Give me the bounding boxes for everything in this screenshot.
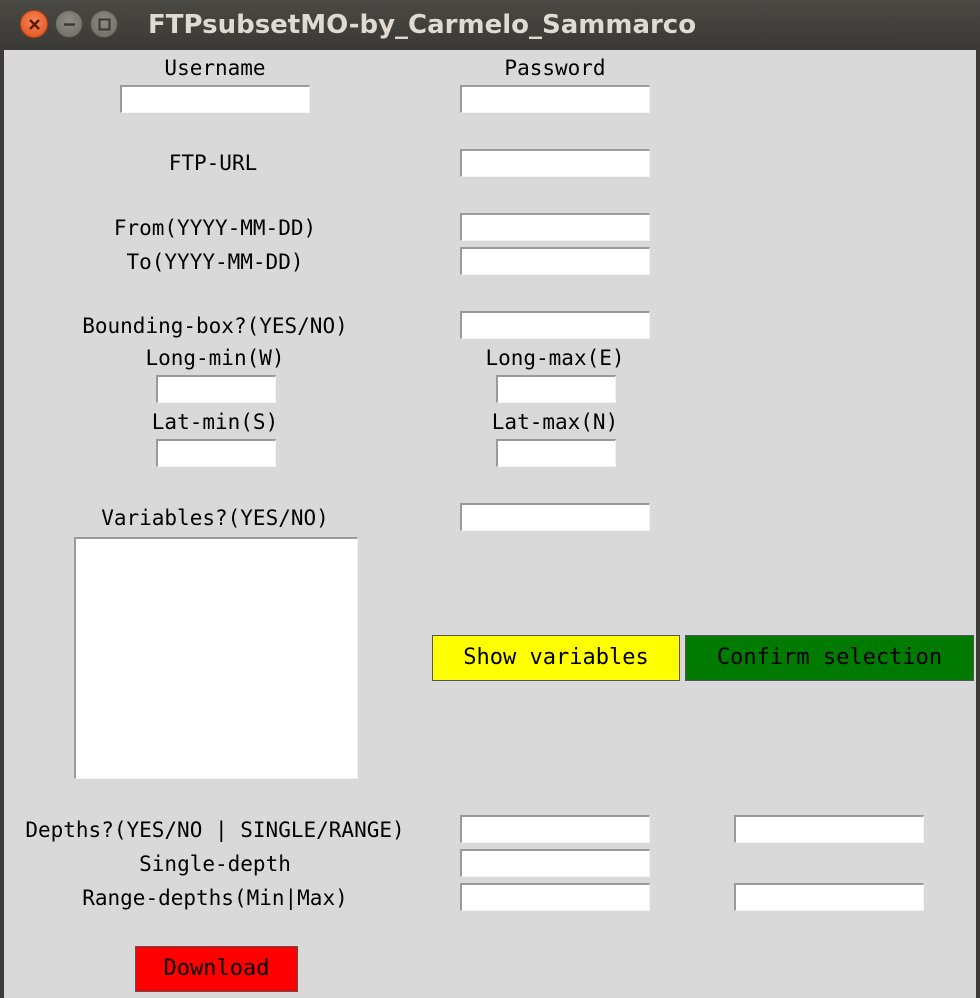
long-max-input[interactable] bbox=[496, 375, 616, 403]
password-label: Password bbox=[504, 56, 606, 80]
username-label: Username bbox=[164, 56, 266, 80]
maximize-window-button[interactable] bbox=[90, 10, 118, 38]
long-min-input[interactable] bbox=[156, 375, 276, 403]
minimize-icon bbox=[64, 23, 75, 26]
lat-min-input[interactable] bbox=[156, 439, 276, 467]
username-input[interactable] bbox=[120, 85, 310, 113]
minimize-window-button[interactable] bbox=[55, 10, 83, 38]
range-min-input[interactable] bbox=[460, 883, 650, 911]
ftp-url-label: FTP-URL bbox=[168, 151, 258, 175]
long-min-label: Long-min(W) bbox=[145, 346, 285, 370]
bbox-label: Bounding-box?(YES/NO) bbox=[82, 314, 348, 338]
depths-yes-no-input[interactable] bbox=[460, 815, 650, 843]
depths-single-range-input[interactable] bbox=[734, 815, 924, 843]
variables-input[interactable] bbox=[460, 503, 650, 531]
variables-label: Variables?(YES/NO) bbox=[101, 506, 329, 530]
depths-label: Depths?(YES/NO | SINGLE/RANGE) bbox=[25, 818, 405, 842]
variables-listbox[interactable] bbox=[74, 537, 358, 779]
download-button[interactable]: Download bbox=[135, 946, 298, 992]
password-input[interactable] bbox=[460, 85, 650, 113]
maximize-icon bbox=[98, 18, 111, 31]
lat-min-label: Lat-min(S) bbox=[151, 410, 279, 434]
window-frame-right bbox=[976, 50, 980, 998]
range-max-input[interactable] bbox=[734, 883, 924, 911]
to-date-label: To(YYYY-MM-DD) bbox=[126, 250, 304, 274]
close-window-button[interactable] bbox=[20, 10, 48, 38]
from-date-label: From(YYYY-MM-DD) bbox=[113, 216, 317, 240]
single-depth-label: Single-depth bbox=[139, 852, 291, 876]
window-title: FTPsubsetMO-by_Carmelo_Sammarco bbox=[148, 10, 697, 40]
lat-max-label: Lat-max(N) bbox=[491, 410, 619, 434]
bbox-input[interactable] bbox=[460, 311, 650, 339]
close-icon bbox=[29, 19, 40, 30]
to-date-input[interactable] bbox=[460, 247, 650, 275]
title-bar: FTPsubsetMO-by_Carmelo_Sammarco bbox=[0, 0, 980, 50]
ftp-url-input[interactable] bbox=[460, 149, 650, 177]
window-frame-left bbox=[0, 50, 4, 998]
confirm-selection-button[interactable]: Confirm selection bbox=[685, 635, 974, 681]
lat-max-input[interactable] bbox=[496, 439, 616, 467]
long-max-label: Long-max(E) bbox=[485, 346, 625, 370]
single-depth-input[interactable] bbox=[460, 849, 650, 877]
from-date-input[interactable] bbox=[460, 213, 650, 241]
range-depths-label: Range-depths(Min|Max) bbox=[82, 886, 348, 910]
show-variables-button[interactable]: Show variables bbox=[432, 635, 680, 681]
